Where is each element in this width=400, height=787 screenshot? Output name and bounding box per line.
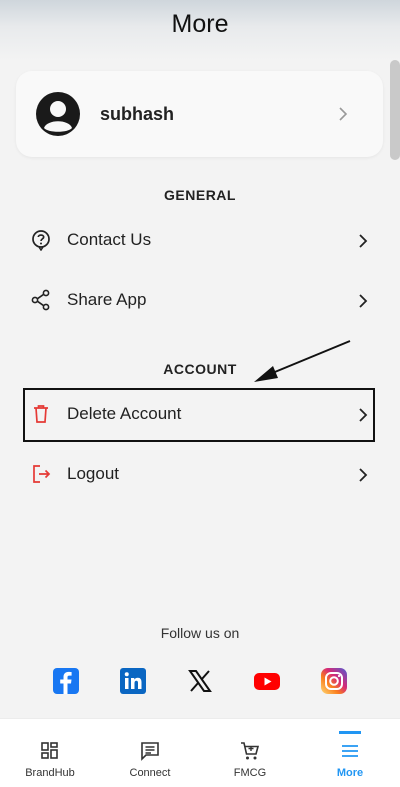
x-icon[interactable]	[187, 668, 213, 694]
highlight-box	[23, 388, 375, 442]
chevron-right-icon	[339, 107, 348, 121]
bottom-nav: BrandHub Connect FMCG More	[0, 718, 400, 787]
facebook-icon[interactable]	[53, 668, 79, 694]
chevron-right-icon	[359, 234, 368, 248]
menu-item-label: Contact Us	[67, 230, 152, 249]
follow-us-title: Follow us on	[160, 625, 240, 641]
menu-icon	[342, 745, 358, 757]
profile-name: subhash	[100, 104, 175, 124]
page-title: More	[171, 10, 229, 38]
nav-label: Connect	[129, 767, 171, 779]
nav-label: FMCG	[233, 767, 267, 779]
chevron-right-icon	[359, 468, 368, 482]
nav-item-brandhub[interactable]: BrandHub	[0, 719, 100, 787]
active-indicator	[339, 731, 361, 734]
nav-item-fmcg[interactable]: FMCG	[200, 719, 300, 787]
linkedin-icon[interactable]	[120, 668, 146, 694]
menu-item-share-app[interactable]: Share App	[16, 275, 383, 327]
instagram-icon[interactable]	[321, 668, 347, 694]
nav-label: BrandHub	[25, 767, 75, 779]
annotation-arrow-icon	[254, 340, 351, 382]
chevron-right-icon	[359, 294, 368, 308]
header: More	[0, 0, 400, 60]
user-avatar-icon	[36, 92, 80, 136]
youtube-icon[interactable]	[254, 668, 280, 694]
nav-label: More	[336, 767, 364, 779]
nav-item-more[interactable]: More	[300, 719, 400, 787]
profile-card[interactable]: subhash	[16, 71, 383, 157]
scrollbar[interactable]	[390, 60, 400, 160]
cart-icon	[241, 742, 260, 760]
menu-item-label: Share App	[67, 290, 147, 309]
section-title-general: GENERAL	[164, 187, 236, 203]
logout-icon	[33, 465, 51, 483]
nav-item-connect[interactable]: Connect	[100, 719, 200, 787]
help-circle-icon	[32, 230, 50, 251]
grid-icon	[41, 742, 58, 759]
menu-item-contact-us[interactable]: Contact Us	[16, 215, 383, 267]
message-icon	[141, 742, 159, 761]
share-icon	[31, 289, 50, 311]
menu-item-label: Logout	[67, 464, 119, 483]
menu-item-logout[interactable]: Logout	[16, 449, 383, 501]
